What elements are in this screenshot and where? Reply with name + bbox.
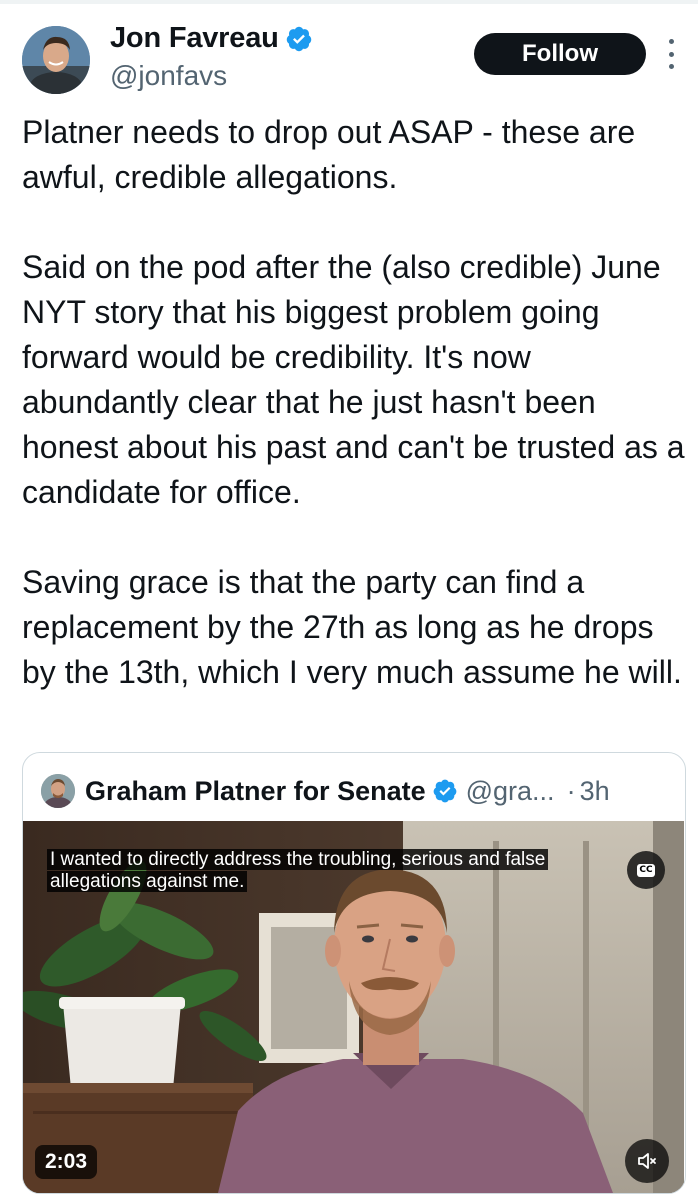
- quoted-author-avatar[interactable]: [41, 774, 75, 808]
- author-handle[interactable]: @jonfavs: [110, 60, 227, 92]
- quoted-tweet-card[interactable]: Graham Platner for Senate @gra... · 3h I…: [22, 752, 686, 1194]
- quoted-tweet-header: Graham Platner for Senate @gra... · 3h: [41, 771, 667, 811]
- tweet-paragraph-1: Platner needs to drop out ASAP - these a…: [22, 114, 636, 195]
- follow-button[interactable]: Follow: [474, 33, 646, 75]
- author-name-row: Jon Favreau: [110, 22, 313, 55]
- author-display-name[interactable]: Jon Favreau: [110, 22, 279, 55]
- separator-dot: ·: [566, 775, 576, 806]
- more-options-icon[interactable]: [666, 39, 676, 69]
- top-divider: [0, 0, 698, 4]
- mute-button[interactable]: [625, 1139, 669, 1183]
- video-caption: I wanted to directly address the troubli…: [47, 849, 623, 893]
- video-caption-text: I wanted to directly address the troubli…: [47, 849, 549, 892]
- tweet-text: Platner needs to drop out ASAP - these a…: [22, 110, 686, 695]
- video-player[interactable]: I wanted to directly address the troubli…: [23, 821, 684, 1193]
- tweet-paragraph-3: Saving grace is that the party can find …: [22, 564, 682, 690]
- verified-badge-icon: [285, 25, 313, 53]
- closed-captions-button[interactable]: CC: [627, 851, 665, 889]
- quoted-author-handle[interactable]: @gra...: [466, 776, 555, 807]
- tweet-paragraph-2: Said on the pod after the (also credible…: [22, 249, 685, 510]
- muted-speaker-icon: [638, 1153, 656, 1169]
- quoted-author-name[interactable]: Graham Platner for Senate: [85, 776, 426, 807]
- quoted-verified-badge-icon: [432, 778, 458, 804]
- author-avatar[interactable]: [22, 26, 90, 94]
- cc-icon: CC: [637, 863, 655, 877]
- quoted-tweet-time[interactable]: 3h: [580, 776, 610, 807]
- video-duration: 2:03: [35, 1145, 98, 1179]
